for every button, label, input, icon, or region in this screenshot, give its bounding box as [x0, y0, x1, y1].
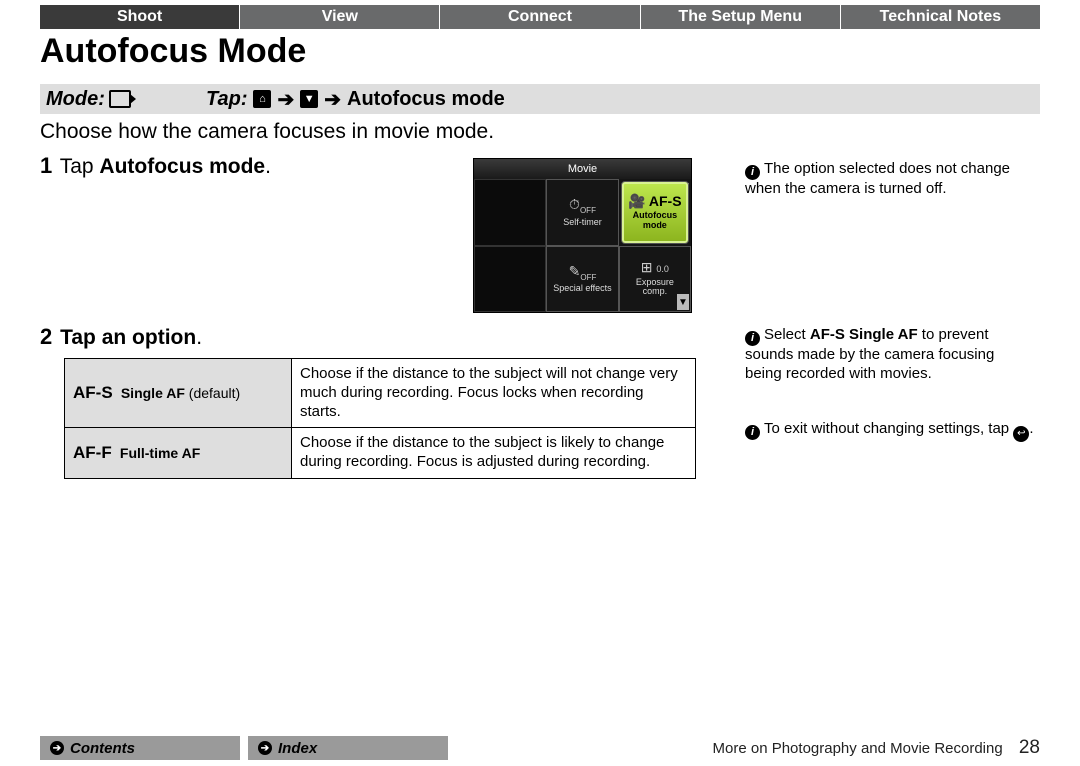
- tab-connect[interactable]: Connect: [440, 5, 640, 29]
- down-panel-icon: ▼: [300, 90, 318, 108]
- arrow-right-icon: ➔: [258, 741, 272, 755]
- note-icon: i: [745, 165, 760, 180]
- note-single-af-sound: iSelect AF-S Single AF to prevent sounds…: [745, 326, 1035, 384]
- lcd-cell-special-effects: ✎OFF Special effects: [546, 246, 618, 313]
- lcd-cell-label: Autofocusmode: [633, 211, 678, 231]
- tab-setup-menu[interactable]: The Setup Menu: [641, 5, 841, 29]
- note-icon: i: [745, 331, 760, 346]
- tap-destination: Autofocus mode: [347, 88, 505, 111]
- note-persist: iThe option selected does not change whe…: [745, 160, 1035, 199]
- arrow-icon: ➔: [277, 87, 294, 112]
- home-icon: ⌂: [253, 90, 271, 108]
- step-2: 2 Tap an option.: [40, 324, 202, 350]
- lcd-title: Movie: [474, 159, 691, 179]
- note-text-pre: Select: [764, 326, 810, 343]
- step-1-strong: Autofocus mode: [99, 155, 265, 178]
- tap-path: Tap: ⌂ ➔ ▼ ➔ Autofocus mode: [206, 87, 505, 112]
- step-2-suffix: .: [196, 326, 202, 349]
- lcd-cell-label: Exposurecomp.: [636, 278, 674, 298]
- af-default: (default): [185, 385, 240, 401]
- lcd-cell-exposure-comp: ⊞ 0.0 Exposurecomp.: [619, 246, 691, 313]
- camera-lcd-illustration: Movie ▲ ▼ ⏱OFF Self-timer 🎥 AF-S Autofoc…: [473, 158, 692, 313]
- lcd-cell-label: Special effects: [553, 284, 611, 294]
- lcd-cell-self-timer: ⏱OFF Self-timer: [546, 179, 618, 246]
- step-1-number: 1: [40, 153, 52, 178]
- table-row: AF-F Full-time AF Choose if the distance…: [65, 428, 696, 479]
- tap-label: Tap:: [206, 88, 247, 111]
- note-text: The option selected does not change when…: [745, 160, 1010, 197]
- step-1-suffix: .: [265, 155, 271, 178]
- footer-index-button[interactable]: ➔ Index: [248, 736, 448, 760]
- af-code: AF-F: [73, 443, 112, 462]
- af-name: Full-time AF: [120, 445, 200, 461]
- note-icon: i: [745, 425, 760, 440]
- special-effects-icon: ✎OFF: [569, 264, 597, 283]
- tab-view[interactable]: View: [240, 5, 440, 29]
- note-text-post: .: [1029, 420, 1033, 437]
- step-2-number: 2: [40, 324, 52, 349]
- intro-text: Choose how the camera focuses in movie m…: [40, 120, 494, 144]
- tab-technical-notes[interactable]: Technical Notes: [841, 5, 1040, 29]
- self-timer-icon: ⏱OFF: [569, 197, 596, 216]
- footer-bar: ➔ Contents ➔ Index More on Photography a…: [40, 736, 1040, 760]
- lcd-cell-autofocus-mode-selected: 🎥 AF-S Autofocusmode: [621, 181, 689, 244]
- footer-contents-label: Contents: [70, 740, 135, 757]
- footer-breadcrumb: More on Photography and Movie Recording …: [713, 737, 1040, 759]
- page-title: Autofocus Mode: [40, 32, 306, 71]
- autofocus-mode-icon: 🎥 AF-S: [628, 194, 681, 209]
- note-af-name: Single AF: [845, 326, 918, 343]
- tab-shoot[interactable]: Shoot: [40, 5, 240, 29]
- af-desc: Choose if the distance to the subject is…: [292, 428, 696, 479]
- table-row: AF-S Single AF (default) Choose if the d…: [65, 359, 696, 428]
- page-number: 28: [1019, 737, 1040, 758]
- autofocus-options-table: AF-S Single AF (default) Choose if the d…: [64, 358, 696, 479]
- note-text-pre: To exit without changing settings, tap: [764, 420, 1013, 437]
- footer-index-label: Index: [278, 740, 317, 757]
- mode-tap-bar: Mode: Tap: ⌂ ➔ ▼ ➔ Autofocus mode: [40, 84, 1040, 114]
- exposure-comp-icon: ⊞ 0.0: [641, 260, 669, 275]
- mode-label-group: Mode:: [40, 88, 206, 111]
- af-name: Single AF: [121, 385, 185, 401]
- af-desc: Choose if the distance to the subject wi…: [292, 359, 696, 428]
- footer-contents-button[interactable]: ➔ Contents: [40, 736, 240, 760]
- af-mode-cell-aff: AF-F Full-time AF: [65, 428, 292, 479]
- arrow-right-icon: ➔: [50, 741, 64, 755]
- lcd-cell-blank: [474, 179, 546, 246]
- lcd-cell-label: Self-timer: [563, 218, 602, 228]
- af-mode-cell-afs: AF-S Single AF (default): [65, 359, 292, 428]
- movie-mode-icon: [109, 90, 131, 108]
- step-2-strong: Tap an option: [60, 326, 196, 349]
- lcd-cell-blank: [474, 246, 546, 313]
- breadcrumb-text: More on Photography and Movie Recording: [713, 740, 1003, 757]
- step-1-prefix: Tap: [60, 155, 100, 178]
- back-icon: ↩: [1013, 426, 1029, 442]
- note-af-code: AF-S: [810, 326, 845, 343]
- af-code: AF-S: [73, 383, 113, 402]
- mode-label: Mode:: [46, 88, 105, 111]
- step-1: 1 Tap Autofocus mode.: [40, 153, 271, 179]
- arrow-icon: ➔: [324, 87, 341, 112]
- tab-bar: Shoot View Connect The Setup Menu Techni…: [40, 5, 1040, 29]
- note-exit: iTo exit without changing settings, tap …: [745, 420, 1035, 442]
